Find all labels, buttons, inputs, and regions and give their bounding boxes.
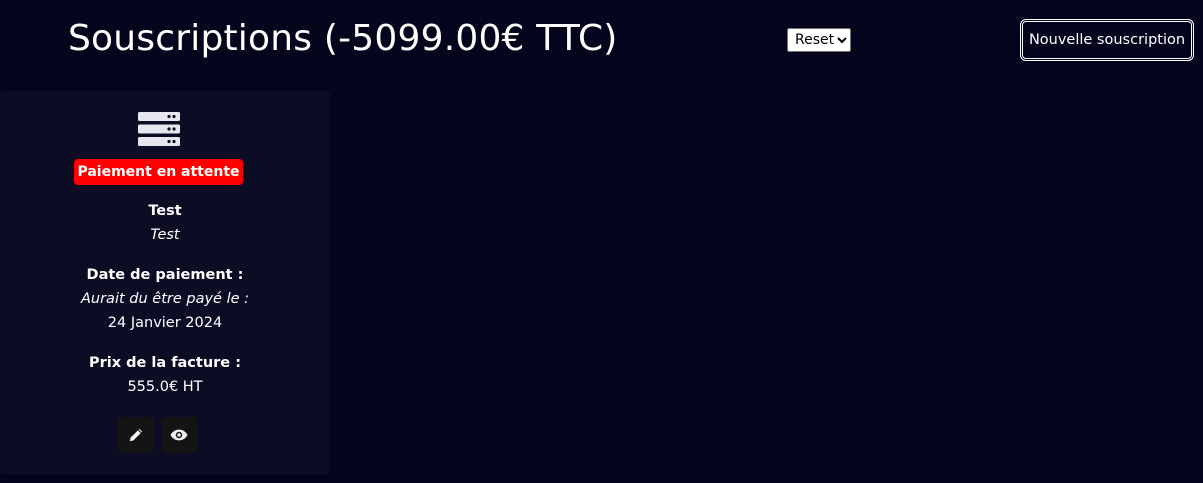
page-title: Souscriptions (-5099.00€ TTC) xyxy=(68,18,618,59)
subscription-name: Test xyxy=(148,203,182,219)
subscriptions-page: Souscriptions (-5099.00€ TTC) Reset Nouv… xyxy=(0,0,1203,483)
subscription-description: Test xyxy=(150,227,180,243)
subscription-card: Paiement en attente Test Test Date de pa… xyxy=(0,91,330,475)
page-header: Souscriptions (-5099.00€ TTC) Reset Nouv… xyxy=(0,0,1203,86)
new-subscription-button[interactable]: Nouvelle souscription xyxy=(1020,19,1194,61)
payment-note: Aurait du être payé le : xyxy=(80,291,250,307)
server-icon xyxy=(138,112,180,146)
eye-icon xyxy=(170,429,188,441)
edit-button[interactable] xyxy=(118,417,154,453)
price-label: Prix de la facture : xyxy=(89,355,241,371)
price-value: 555.0€ HT xyxy=(127,379,203,395)
payment-date: 24 Janvier 2024 xyxy=(107,315,223,331)
pencil-icon xyxy=(129,428,143,442)
filter-select[interactable]: Reset xyxy=(787,28,851,52)
view-button[interactable] xyxy=(161,417,197,453)
payment-date-label: Date de paiement : xyxy=(86,267,244,283)
status-badge: Paiement en attente xyxy=(74,159,243,185)
